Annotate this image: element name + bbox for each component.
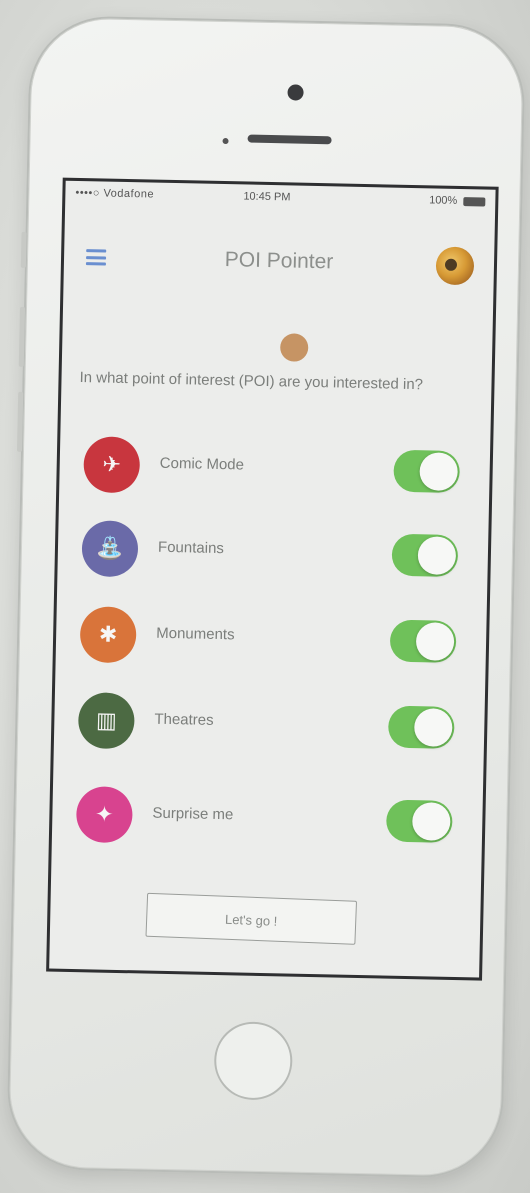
surprise-icon: ✦ [75, 786, 133, 844]
toggle-knob [415, 622, 455, 661]
earpiece-speaker [247, 134, 332, 145]
poi-question: In what point of interest (POI) are you … [79, 369, 424, 394]
theatre-icon: ▥ [77, 692, 135, 750]
battery-status: 100% [429, 194, 486, 207]
toggle-knob [419, 452, 459, 491]
location-marker-icon [279, 333, 309, 362]
theatres-toggle[interactable] [387, 705, 455, 749]
poi-row-comic-mode: ✈ Comic Mode [59, 431, 490, 510]
monument-icon: ✱ [79, 606, 137, 664]
volume-down-button [16, 391, 24, 452]
volume-up-button [18, 306, 26, 367]
poi-row-surprise-me: ✦ Surprise me [52, 781, 483, 860]
fountains-toggle[interactable] [391, 533, 459, 578]
comic-icon: ✈ [83, 436, 141, 494]
fountain-icon: ⛲ [81, 520, 139, 578]
comic-mode-toggle[interactable] [393, 449, 461, 494]
clock-label: 10:45 PM [243, 190, 291, 204]
surprise-me-toggle[interactable] [385, 799, 453, 843]
toggle-knob [413, 708, 453, 747]
battery-percent: 100% [429, 194, 458, 207]
nav-bar: POI Pointer [64, 233, 495, 292]
home-button[interactable] [213, 1021, 294, 1101]
poi-label: Monuments [156, 624, 235, 644]
poi-label: Fountains [157, 538, 225, 558]
battery-icon [463, 196, 486, 207]
poi-row-theatres: ▥ Theatres [54, 687, 485, 766]
poi-logo-icon [435, 246, 475, 286]
carrier-label: ••••○ Vodafone [75, 186, 155, 201]
mute-switch [20, 231, 27, 268]
status-bar: ••••○ Vodafone 10:45 PM 100% [65, 181, 495, 214]
front-camera [287, 84, 304, 101]
app-title: POI Pointer [224, 248, 334, 274]
toggle-knob [411, 802, 451, 841]
poi-label: Surprise me [152, 804, 234, 824]
iphone-frame: ••••○ Vodafone 10:45 PM 100% POI Pointer… [5, 14, 527, 1180]
poi-row-monuments: ✱ Monuments [55, 601, 486, 680]
toggle-knob [417, 536, 457, 575]
lets-go-button[interactable]: Let's go ! [145, 892, 358, 945]
poi-list: ✈ Comic Mode ⛲ Fountains ✱ Monuments ▥ T… [60, 431, 490, 844]
poi-row-fountains: ⛲ Fountains [57, 515, 488, 594]
proximity-sensor [222, 137, 229, 145]
poi-label: Theatres [154, 710, 214, 729]
poi-label: Comic Mode [159, 454, 245, 474]
app-screen: ••••○ Vodafone 10:45 PM 100% POI Pointer… [46, 177, 499, 981]
monuments-toggle[interactable] [389, 619, 457, 663]
